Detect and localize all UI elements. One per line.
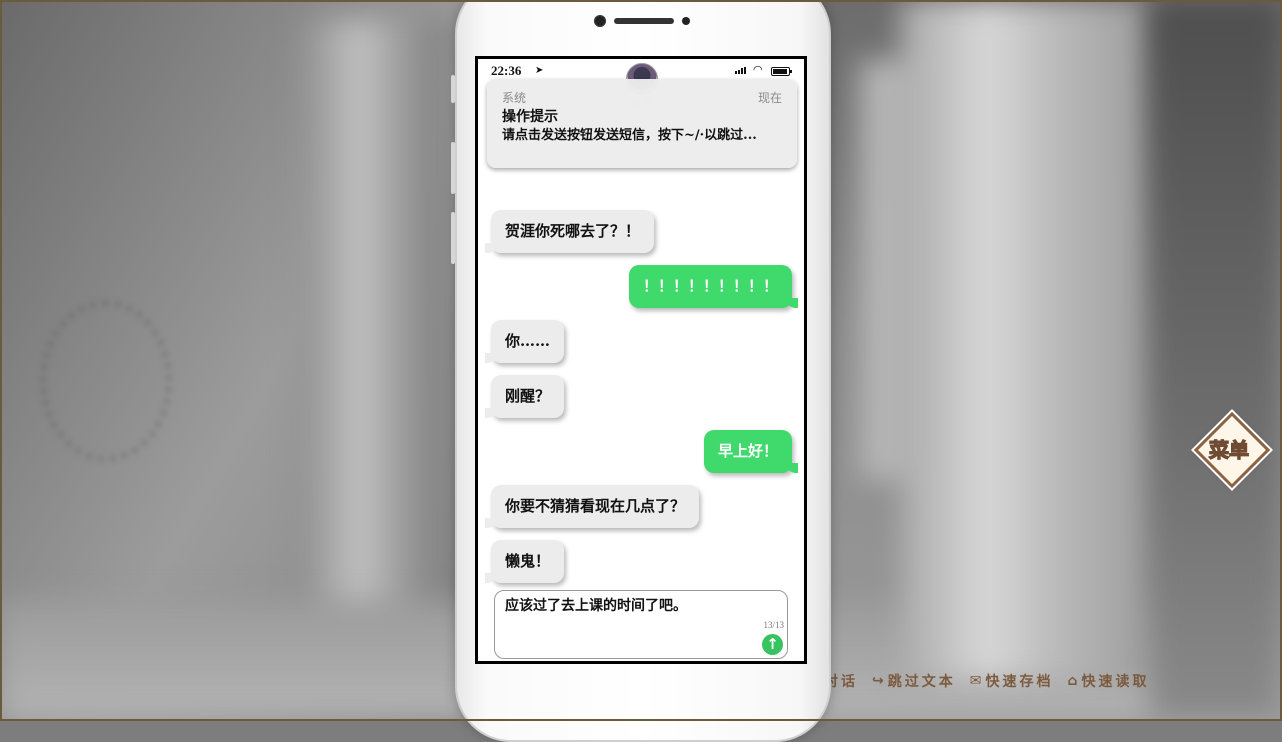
arrow-up-icon: ↑ xyxy=(766,635,779,653)
notification-time: 现在 xyxy=(757,91,782,105)
message-bubble-outgoing: 早上好！ xyxy=(703,430,799,473)
notification-body: 请点击发送按钮发送短信，按下~/·以跳过... xyxy=(502,128,757,143)
quick-save-label: 快速存档 xyxy=(985,674,1054,690)
message-bubble-incoming: 你…… xyxy=(484,320,565,363)
menu-label: 菜单 xyxy=(1208,437,1249,462)
quick-menu-bar: 对话 ↪ 跳过文本 ✉ 快速存档 ⌂ 快速读取 xyxy=(824,670,1164,692)
character-counter: 13/13 xyxy=(763,620,784,630)
phone-screen: 22:36 ➤ ◠ 鬼鬼 系统 现在 操作提示 请点击发送按钮发送短信，按下~/… xyxy=(475,56,807,664)
background-curtain-left xyxy=(300,20,450,640)
message-bubble-outgoing: ！！！！！！！！！ xyxy=(628,265,799,308)
quick-load-label: 快速读取 xyxy=(1081,674,1150,690)
quick-save-button[interactable]: ✉ 快速存档 xyxy=(970,671,1054,691)
message-input-text: 应该过了去上课的时间了吧。 xyxy=(505,598,687,614)
cellular-signal-icon xyxy=(735,67,746,74)
front-camera xyxy=(594,15,606,27)
message-bubble-incoming: 贺涯你死哪去了？！ xyxy=(484,210,655,253)
menu-button[interactable]: 菜单 xyxy=(1193,411,1271,489)
background-wall-right xyxy=(1150,0,1282,721)
phone-volume-up xyxy=(451,142,455,194)
load-tray-icon: ⌂ xyxy=(1067,673,1078,689)
skip-arrow-icon: ↪ xyxy=(872,673,884,689)
wifi-icon: ◠ xyxy=(753,63,763,76)
battery-icon xyxy=(771,67,792,76)
status-time: 22:36 xyxy=(491,63,522,78)
proximity-sensor xyxy=(682,17,690,25)
message-input[interactable]: 应该过了去上课的时间了吧。 13/13 ↑ xyxy=(494,590,788,659)
location-arrow-icon: ➤ xyxy=(535,65,544,76)
message-bubble-incoming: 你要不猜猜看现在几点了？ xyxy=(484,485,700,528)
background-curtain-right xyxy=(900,0,1150,680)
skip-text-label: 跳过文本 xyxy=(887,674,956,690)
quick-load-button[interactable]: ⌂ 快速读取 xyxy=(1067,671,1149,691)
notification-banner[interactable]: 系统 现在 操作提示 请点击发送按钮发送短信，按下~/·以跳过... xyxy=(487,79,797,168)
background-decoration xyxy=(40,300,172,462)
message-bubble-incoming: 刚醒？ xyxy=(484,375,565,418)
phone-mute-switch xyxy=(451,75,455,103)
notification-app: 系统 xyxy=(502,91,527,105)
phone-volume-down xyxy=(451,212,455,264)
message-bubble-incoming: 懒鬼！ xyxy=(484,540,565,583)
notification-title: 操作提示 xyxy=(502,109,558,125)
earpiece-speaker xyxy=(614,18,674,24)
send-button[interactable]: ↑ xyxy=(762,634,783,655)
save-envelope-icon: ✉ xyxy=(969,673,982,689)
skip-text-button[interactable]: ↪ 跳过文本 xyxy=(872,671,956,691)
